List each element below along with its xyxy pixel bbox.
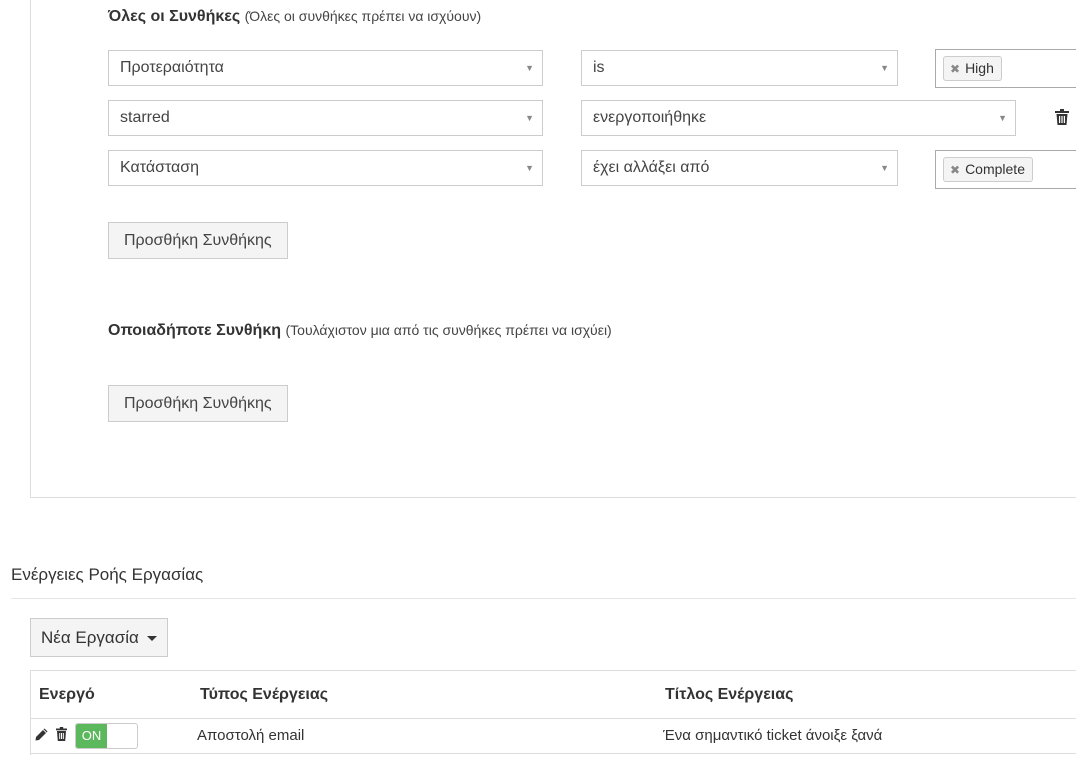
active-toggle[interactable]: ON <box>75 723 138 749</box>
caret-down-icon <box>146 636 157 642</box>
value-tag: ✖ Complete <box>943 157 1033 182</box>
caret-down-icon: ▼ <box>998 113 1007 123</box>
condition-3-value-input[interactable]: ✖ Complete <box>935 150 1076 189</box>
workflow-actions-title: Ενέργειες Ροής Εργασίας <box>11 565 204 584</box>
caret-down-icon: ▼ <box>525 163 534 173</box>
condition-3-field-value: Κατάσταση <box>120 159 200 176</box>
pencil-icon[interactable] <box>35 728 48 741</box>
new-task-label: Νέα Εργασία <box>41 628 139 647</box>
condition-2-operator-value: ενεργοποιήθηκε <box>593 109 707 126</box>
caret-down-icon: ▼ <box>880 163 889 173</box>
caret-down-icon: ▼ <box>880 63 889 73</box>
workflow-editor: Όλες οι Συνθήκες (Όλες οι συνθήκες πρέπε… <box>0 0 1076 762</box>
table-row: ON Αποστολή email Ένα σημαντικό ticket ά… <box>31 719 1076 754</box>
column-header-action-type: Τύπος Ενέργειας <box>200 686 329 703</box>
new-task-button[interactable]: Νέα Εργασία <box>30 618 168 657</box>
caret-down-icon: ▼ <box>525 113 534 123</box>
table-header: Ενεργό Τύπος Ενέργειας Τίτλος Ενέργειας <box>31 671 1076 719</box>
add-condition-button[interactable]: Προσθήκη Συνθήκης <box>108 222 288 259</box>
value-tag-label: Complete <box>965 161 1025 177</box>
column-header-action-title: Τίτλος Ενέργειας <box>665 686 794 703</box>
condition-2-operator-select[interactable]: ενεργοποιήθηκε ▼ <box>581 100 1016 136</box>
trash-icon[interactable] <box>1055 109 1069 125</box>
condition-1-field-select[interactable]: Προτεραιότητα ▼ <box>108 50 543 86</box>
condition-1-field-value: Προτεραιότητα <box>120 59 224 76</box>
condition-2-field-select[interactable]: starred ▼ <box>108 100 543 136</box>
actions-table: Ενεργό Τύπος Ενέργειας Τίτλος Ενέργειας … <box>30 670 1076 755</box>
all-conditions-title: Όλες οι Συνθήκες <box>108 8 241 25</box>
action-title-cell: Ένα σημαντικό ticket άνοιξε ξανά <box>663 727 883 744</box>
condition-3-operator-select[interactable]: έχει αλλάξει από ▼ <box>581 150 898 186</box>
condition-3-field-select[interactable]: Κατάσταση ▼ <box>108 150 543 186</box>
all-conditions-heading: Όλες οι Συνθήκες (Όλες οι συνθήκες πρέπε… <box>108 8 481 26</box>
condition-3-operator-value: έχει αλλάξει από <box>593 159 710 176</box>
condition-1-operator-select[interactable]: is ▼ <box>581 50 898 86</box>
remove-tag-icon[interactable]: ✖ <box>950 159 960 182</box>
remove-tag-icon[interactable]: ✖ <box>950 58 960 81</box>
all-conditions-hint: (Όλες οι συνθήκες πρέπει να ισχύουν) <box>244 8 482 24</box>
trash-icon[interactable] <box>56 727 67 741</box>
any-condition-heading: Οποιαδήποτε Συνθήκη (Τουλάχιστον μια από… <box>108 322 612 340</box>
condition-1-value-input[interactable]: ✖ High <box>935 49 1076 88</box>
condition-1-operator-value: is <box>593 59 605 76</box>
column-header-active: Ενεργό <box>39 686 95 703</box>
any-condition-title: Οποιαδήποτε Συνθήκη <box>108 322 282 339</box>
divider <box>11 598 1076 599</box>
value-tag-label: High <box>965 60 994 76</box>
any-condition-hint: (Τουλάχιστον μια από τις συνθήκες πρέπει… <box>285 322 612 338</box>
add-any-condition-button[interactable]: Προσθήκη Συνθήκης <box>108 385 288 422</box>
action-type-cell: Αποστολή email <box>197 727 305 744</box>
toggle-on-label: ON <box>76 724 107 748</box>
condition-2-field-value: starred <box>120 109 170 126</box>
caret-down-icon: ▼ <box>525 63 534 73</box>
value-tag: ✖ High <box>943 56 1002 81</box>
